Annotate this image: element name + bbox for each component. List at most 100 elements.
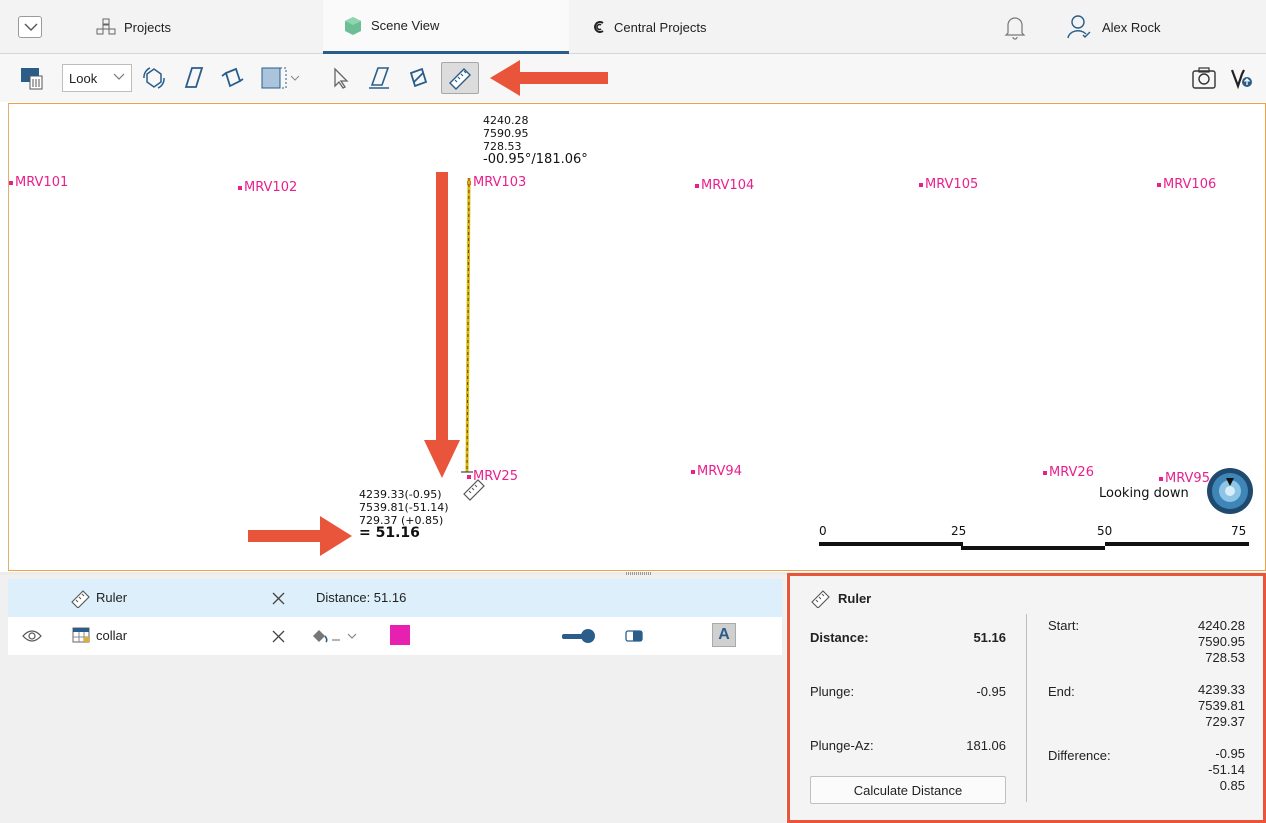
end-values: 4239.33 7539.81 729.37 — [1198, 682, 1245, 730]
scale-tick: 25 — [951, 524, 967, 538]
end-label: End: — [1048, 684, 1075, 699]
select-button[interactable] — [326, 62, 356, 94]
scale-tick: 0 — [819, 524, 827, 538]
ruler-start-label: 4240.28 7590.95 728.53 -00.95°/181.06° — [483, 114, 588, 166]
scale-tick: 50 — [1097, 524, 1113, 538]
paint-bucket-icon[interactable] — [310, 627, 360, 645]
start-values: 4240.28 7590.95 728.53 — [1198, 618, 1245, 666]
clear-scene-button[interactable] — [16, 62, 48, 94]
user-icon — [1067, 15, 1091, 39]
tab-scene-view-label: Scene View — [371, 18, 440, 33]
slice-icon — [221, 67, 244, 88]
close-icon[interactable] — [272, 630, 285, 643]
select-icon — [334, 67, 349, 89]
upload-icon — [1230, 69, 1252, 90]
list-item[interactable]: Ruler Distance: 51.16 — [8, 579, 782, 617]
distance-label: Distance: — [810, 630, 869, 645]
object-info: Distance: 51.16 — [316, 590, 407, 605]
draw-line-button[interactable] — [364, 62, 396, 94]
tab-central-projects-label: Central Projects — [614, 19, 707, 35]
ruler-end-x: 4239.33(-0.95) — [359, 488, 442, 501]
orientation-globe-icon[interactable] — [1205, 466, 1255, 516]
calculate-distance-button[interactable]: Calculate Distance — [810, 776, 1006, 804]
chevron-down-icon — [24, 23, 38, 31]
ruler-end-label: 4239.33(-0.95) 7539.81(-51.14) 729.37 (+… — [359, 488, 449, 540]
well-label[interactable]: MRV105 — [919, 177, 978, 192]
diff-x: -0.95 — [1215, 746, 1245, 761]
look-dropdown-label: Look — [69, 70, 98, 86]
rotate-icon — [143, 67, 165, 89]
view-split-button[interactable] — [258, 62, 302, 94]
ruler-icon — [71, 590, 90, 608]
rotate-button[interactable] — [138, 62, 170, 94]
upload-button[interactable] — [1226, 62, 1258, 94]
end-z: 729.37 — [1205, 714, 1245, 729]
distance-value: 51.16 — [973, 630, 1006, 645]
start-y: 7590.95 — [1198, 634, 1245, 649]
ruler-start-orientation: -00.95°/181.06° — [483, 152, 588, 167]
draw-line-icon — [369, 67, 390, 89]
object-name: Ruler — [96, 590, 128, 605]
clear-scene-icon — [21, 68, 43, 90]
color-swatch[interactable] — [390, 625, 410, 645]
start-x: 4240.28 — [1198, 618, 1245, 633]
ruler-icon — [463, 479, 485, 501]
cube-icon — [343, 16, 363, 36]
ruler-button[interactable] — [441, 62, 479, 94]
end-x: 4239.33 — [1198, 682, 1245, 697]
close-icon[interactable] — [272, 592, 285, 605]
well-label[interactable]: MRV102 — [238, 180, 297, 195]
panel-divider — [1026, 614, 1027, 802]
tab-projects[interactable]: Projects — [96, 0, 171, 54]
opacity-slider-icon[interactable] — [560, 627, 600, 645]
well-label[interactable]: MRV101 — [9, 175, 68, 190]
tab-projects-label: Projects — [124, 19, 171, 35]
scene-object-list: Ruler Distance: 51.16 collar A — [0, 575, 786, 823]
tab-central-projects[interactable]: Central Projects — [592, 0, 706, 54]
well-label[interactable]: MRV26 — [1043, 465, 1094, 480]
ruler-start-x: 4240.28 — [483, 114, 529, 127]
cylinder-icon[interactable] — [622, 627, 646, 645]
end-y: 7539.81 — [1198, 698, 1245, 713]
user-name: Alex Rock — [1102, 19, 1161, 35]
screenshot-button[interactable] — [1188, 62, 1220, 94]
ruler-properties-panel: Ruler Distance: 51.16 Plunge: -0.95 Plun… — [787, 573, 1266, 823]
central-icon — [592, 20, 606, 34]
user-menu[interactable]: Alex Rock — [1066, 14, 1161, 40]
well-label[interactable]: MRV104 — [695, 178, 754, 193]
scale-tick: 75 — [1231, 524, 1247, 538]
scene-viewport[interactable]: MRV101 MRV102 MRV103 MRV104 MRV105 MRV10… — [8, 103, 1266, 571]
eye-icon[interactable] — [22, 629, 42, 643]
ruler-end-y: 7539.81(-51.14) — [359, 501, 449, 514]
look-dropdown[interactable]: Look — [62, 64, 132, 92]
list-item[interactable]: collar A — [8, 617, 782, 655]
projects-icon — [96, 18, 116, 36]
label-toggle-icon[interactable]: A — [712, 623, 736, 647]
polygon-button[interactable] — [402, 62, 434, 94]
table-icon — [72, 627, 90, 643]
well-label[interactable]: MRV106 — [1157, 177, 1216, 192]
well-label[interactable]: MRV95 — [1159, 471, 1210, 486]
polygon-icon — [409, 67, 428, 88]
plunge-label: Plunge: — [810, 684, 855, 699]
main-menu-button[interactable] — [18, 16, 42, 38]
view-split-icon — [261, 67, 300, 89]
panel-title: Ruler — [810, 588, 871, 608]
slice-button[interactable] — [216, 62, 248, 94]
ruler-start-y: 7590.95 — [483, 127, 529, 140]
plunge-az-value: 181.06 — [966, 738, 1006, 753]
top-tab-bar: Projects Scene View Central Projects Ale… — [0, 0, 1266, 54]
difference-values: -0.95 -51.14 0.85 — [1208, 746, 1245, 794]
plunge-az-label: Plunge-Az: — [810, 738, 874, 753]
ruler-measure-line — [461, 177, 473, 473]
bell-icon[interactable] — [1004, 14, 1026, 43]
diff-z: 0.85 — [1219, 778, 1245, 793]
view-direction-label: Looking down — [1099, 486, 1189, 501]
tab-scene-view[interactable]: Scene View — [323, 0, 569, 54]
ruler-icon — [449, 68, 471, 90]
draw-plane-button[interactable] — [178, 62, 210, 94]
ruler-distance-readout: = 51.16 — [359, 525, 420, 541]
draw-plane-icon — [184, 67, 204, 88]
well-label[interactable]: MRV94 — [691, 464, 742, 479]
chevron-down-icon — [113, 73, 125, 80]
